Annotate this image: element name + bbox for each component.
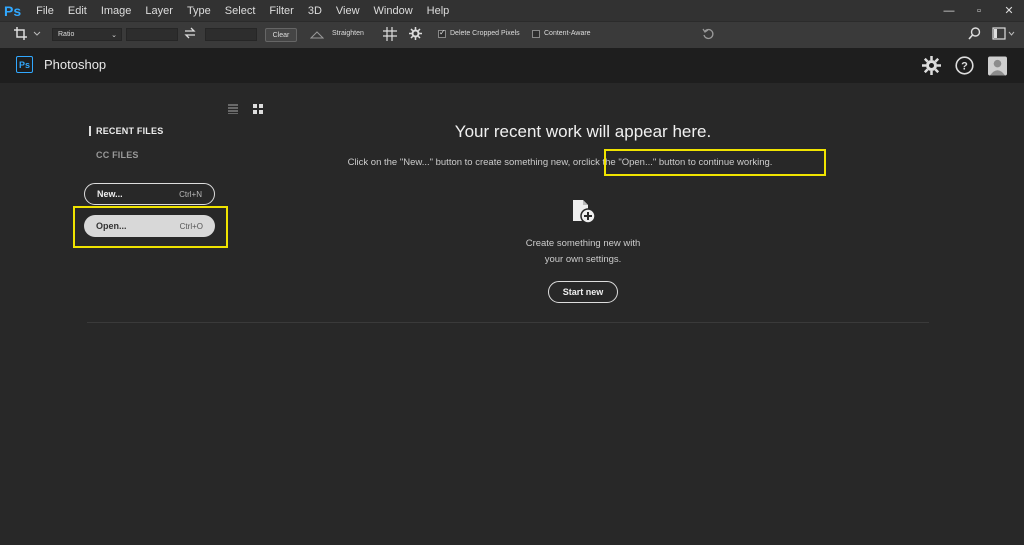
new-button[interactable]: New... Ctrl+N	[84, 183, 215, 205]
list-view-icon[interactable]	[228, 101, 238, 115]
menu-window[interactable]: Window	[367, 5, 420, 17]
options-bar: Ratio ⌄ Clear Straighten Delete Cropped …	[0, 21, 1024, 49]
level-icon[interactable]	[309, 30, 325, 42]
menu-edit[interactable]: Edit	[61, 5, 94, 17]
empty-state-heading: Your recent work will appear here.	[454, 122, 712, 141]
crop-tool-button[interactable]	[12, 26, 42, 42]
create-line-2: your own settings.	[544, 254, 622, 265]
content-aware-label: Content-Aware	[544, 30, 591, 37]
menu-image[interactable]: Image	[94, 5, 139, 17]
menu-help[interactable]: Help	[420, 5, 457, 17]
menu-layer[interactable]: Layer	[138, 5, 180, 17]
instructions-part1: Click on the "New..." button to create s…	[347, 157, 582, 168]
swap-icon[interactable]	[184, 27, 196, 41]
ps-menu-logo: Ps	[4, 2, 22, 19]
menu-bar: Ps File Edit Image Layer Type Select Fil…	[0, 0, 1024, 21]
width-input[interactable]	[126, 28, 178, 41]
menu-type[interactable]: Type	[180, 5, 218, 17]
create-line-1: Create something new with	[525, 238, 641, 249]
menu-view[interactable]: View	[329, 5, 367, 17]
height-input[interactable]	[205, 28, 257, 41]
active-indicator	[89, 126, 91, 136]
ratio-select[interactable]: Ratio ⌄	[52, 28, 122, 41]
grid-overlay-icon[interactable]	[383, 27, 397, 43]
menu-3d[interactable]: 3D	[301, 5, 329, 17]
grid-view-icon[interactable]	[253, 101, 263, 114]
maximize-button[interactable]: ▫	[964, 0, 994, 21]
menu-file[interactable]: File	[29, 5, 61, 17]
delete-cropped-label: Delete Cropped Pixels	[450, 30, 520, 37]
app-title: Photoshop	[44, 57, 107, 72]
straighten-label[interactable]: Straighten	[332, 30, 364, 37]
open-button-highlight	[73, 206, 228, 248]
workspace-icon[interactable]	[992, 27, 1016, 42]
app-header	[0, 48, 1024, 83]
window-controls: — ▫ ✕	[934, 0, 1024, 21]
menu-select[interactable]: Select	[218, 5, 263, 17]
search-icon[interactable]	[968, 27, 981, 42]
start-new-button[interactable]: Start new	[548, 281, 618, 303]
new-document-icon[interactable]	[570, 197, 598, 225]
recent-files-tab[interactable]: RECENT FILES	[96, 126, 163, 136]
clear-button[interactable]: Clear	[265, 28, 297, 42]
open-instruction-highlight	[604, 149, 826, 176]
photoshop-logo: Ps	[16, 56, 33, 73]
cc-files-tab[interactable]: CC FILES	[96, 150, 139, 160]
content-aware-checkbox[interactable]	[532, 30, 540, 38]
ratio-select-value: Ratio	[58, 31, 75, 38]
divider	[87, 322, 929, 323]
minimize-button[interactable]: —	[934, 0, 964, 21]
settings-icon[interactable]	[922, 56, 941, 75]
crop-icon	[14, 27, 41, 40]
start-workspace	[0, 83, 1024, 545]
reset-icon[interactable]	[702, 27, 715, 42]
chevron-down-icon: ⌄	[111, 31, 117, 39]
gear-icon[interactable]	[409, 27, 422, 42]
delete-cropped-checkbox[interactable]	[438, 28, 446, 38]
close-button[interactable]: ✕	[994, 0, 1024, 21]
create-description: Create something new with your own setti…	[483, 236, 683, 268]
new-button-label: New...	[97, 189, 123, 199]
new-shortcut: Ctrl+N	[179, 189, 202, 199]
help-icon[interactable]: ?	[955, 56, 974, 75]
svg-text:?: ?	[961, 61, 968, 73]
menu-filter[interactable]: Filter	[262, 5, 300, 17]
avatar-icon[interactable]	[988, 56, 1007, 75]
